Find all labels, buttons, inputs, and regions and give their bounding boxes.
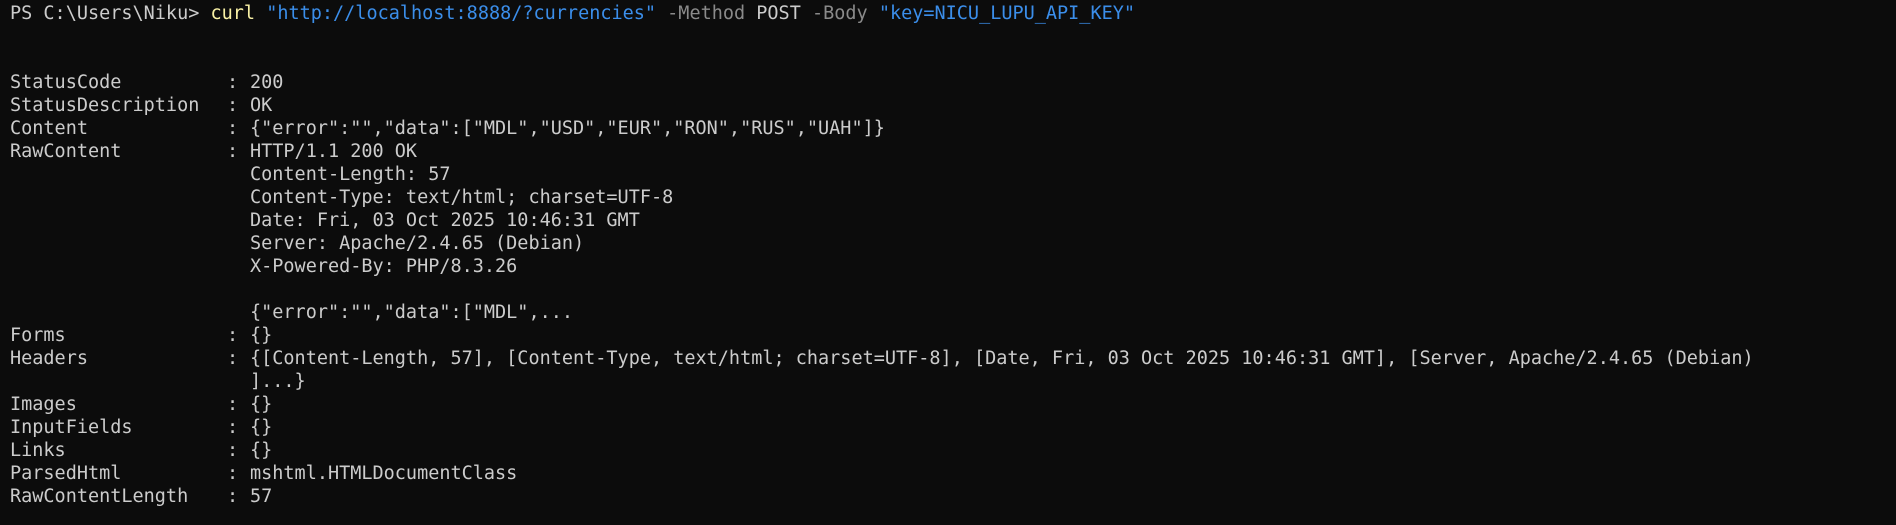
raw-content-line: Server: Apache/2.4.65 (Debian) [250,233,585,254]
raw-content-line [10,278,1886,301]
terminal-window[interactable]: PS C:\Users\Niku> curl "http://localhost… [0,0,1896,525]
property-separator: : [227,394,239,415]
body-parameter: -Body [811,3,868,24]
parsed-html-row: ParsedHtml: mshtml.HTMLDocumentClass [10,462,1886,485]
property-name: StatusDescription [10,95,200,116]
property-value: OK [250,95,273,116]
property-separator: : [227,141,239,162]
method-value: POST [756,3,801,24]
command-url: "http://localhost:8888/?currencies" [266,3,657,24]
headers-continuation: ]...} [250,371,306,392]
raw-content-line: Date: Fri, 03 Oct 2025 10:46:31 GMT [250,210,640,231]
property-value: {} [250,394,273,415]
property-name: Forms [10,325,66,346]
property-separator: : [227,463,239,484]
command-cmdlet: curl [210,3,256,24]
property-separator: : [227,486,239,507]
property-separator: : [227,348,239,369]
property-separator: : [227,72,239,93]
property-name: Headers [10,348,88,369]
property-value: {} [250,440,273,461]
property-separator: : [227,95,239,116]
property-value: {"error":"","data":["MDL","USD","EUR","R… [250,118,885,139]
property-name: RawContentLength [10,486,189,507]
forms-row: Forms: {} [10,324,1886,347]
property-name: Content [10,118,88,139]
status-description-row: StatusDescription: OK [10,94,1886,117]
headers-row: Headers: {[Content-Length, 57], [Content-… [10,347,1886,370]
links-row: Links: {} [10,439,1886,462]
raw-content-line: Content-Type: text/html; charset=UTF-8 [250,187,674,208]
raw-content-line: X-Powered-By: PHP/8.3.26 [250,256,518,277]
property-separator: : [227,118,239,139]
raw-content-line: Content-Length: 57 [250,164,451,185]
body-value: "key=NICU_LUPU_API_KEY" [878,3,1136,24]
content-row: Content: {"error":"","data":["MDL","USD",… [10,117,1886,140]
property-name: Links [10,440,66,461]
property-separator: : [227,325,239,346]
raw-content-row: RawContent: HTTP/1.1 200 OK [10,140,1886,163]
property-name: ParsedHtml [10,463,122,484]
property-value: mshtml.HTMLDocumentClass [250,463,518,484]
property-value: {[Content-Length, 57], [Content-Type, te… [250,348,1754,369]
property-value: HTTP/1.1 200 OK [250,141,418,162]
property-separator: : [227,417,239,438]
raw-content-length-row: RawContentLength:57 [10,485,1886,508]
method-parameter: -Method [667,3,746,24]
property-name: StatusCode [10,72,122,93]
command-line: PS C:\Users\Niku> curl "http://localhost… [10,2,1886,25]
property-value: 57 [250,486,273,507]
status-code-row: StatusCode:200 [10,71,1886,94]
property-name: Images [10,394,77,415]
property-value: {} [250,417,273,438]
images-row: Images: {} [10,393,1886,416]
prompt: PS C:\Users\Niku> [10,3,200,24]
property-name: RawContent [10,141,122,162]
raw-content-line: {"error":"","data":["MDL",... [250,302,574,323]
input-fields-row: InputFields: {} [10,416,1886,439]
property-value: 200 [250,72,284,93]
property-separator: : [227,440,239,461]
property-name: InputFields [10,417,133,438]
property-value: {} [250,325,273,346]
